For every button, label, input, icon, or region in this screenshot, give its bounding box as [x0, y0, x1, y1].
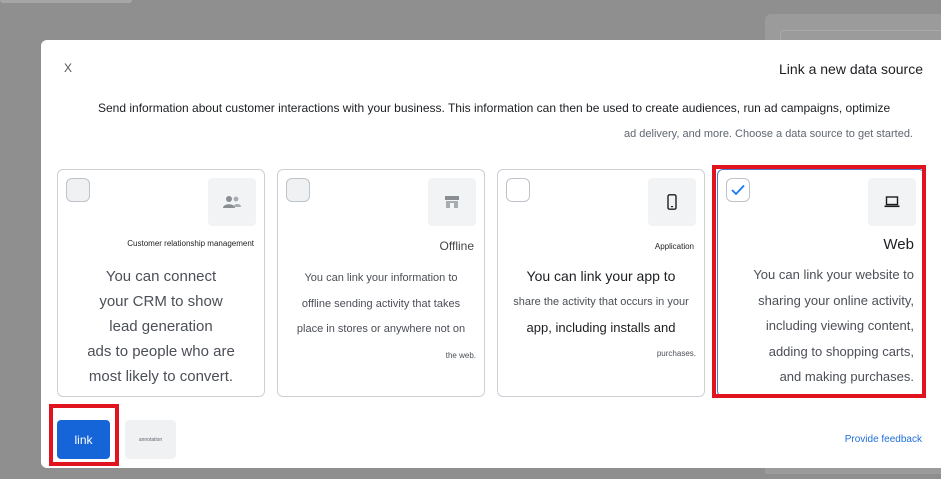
background-chip — [0, 0, 132, 3]
phone-icon — [648, 178, 696, 226]
annotation-button[interactable]: annotation — [125, 420, 176, 459]
close-button[interactable]: X — [64, 61, 72, 75]
offline-description-line: offline sending activity that takes — [301, 297, 461, 310]
application-label: Application — [654, 242, 694, 251]
link-button-highlight — [49, 404, 119, 466]
modal-description-line2: ad delivery, and more. Choose a data sou… — [623, 128, 913, 140]
offline-description-line: the web. — [445, 350, 476, 360]
application-description-line: You can link your app to — [526, 268, 676, 284]
data-source-card-crm[interactable]: Customer relationship management You can… — [57, 169, 265, 397]
store-icon — [428, 178, 476, 226]
provide-feedback-link[interactable]: Provide feedback — [845, 434, 922, 445]
people-icon — [208, 178, 256, 226]
offline-checkbox[interactable] — [286, 178, 310, 202]
data-source-card-application[interactable]: Application You can link your app to sha… — [497, 169, 705, 397]
crm-description-line: You can connect — [105, 268, 217, 285]
offline-description: You can link your information to offline… — [286, 266, 476, 368]
crm-description: You can connect your CRM to show lead ge… — [66, 264, 256, 389]
application-description: You can link your app to share the activ… — [506, 264, 696, 366]
offline-description-line: You can link your information to — [304, 272, 458, 284]
application-description-line: app, including installs and — [526, 320, 676, 335]
modal-description-line1: Send information about customer interact… — [98, 101, 891, 115]
crm-checkbox[interactable] — [66, 178, 90, 202]
application-checkbox[interactable] — [506, 178, 530, 202]
offline-label: Offline — [439, 239, 474, 253]
offline-description-line: place in stores or anywhere not on — [296, 323, 466, 335]
data-source-card-offline[interactable]: Offline You can link your information to… — [277, 169, 485, 397]
crm-description-line: ads to people who are — [87, 343, 235, 360]
application-description-line: purchases. — [656, 348, 696, 358]
crm-label: Customer relationship management — [127, 239, 254, 248]
crm-description-line: most likely to convert. — [88, 368, 234, 385]
modal-title: Link a new data source — [779, 61, 923, 77]
crm-description-line: lead generation — [109, 318, 213, 335]
crm-description-line: your CRM to show — [99, 293, 223, 310]
application-description-line: share the activity that occurs in your — [513, 295, 689, 308]
web-card-highlight — [712, 165, 926, 398]
